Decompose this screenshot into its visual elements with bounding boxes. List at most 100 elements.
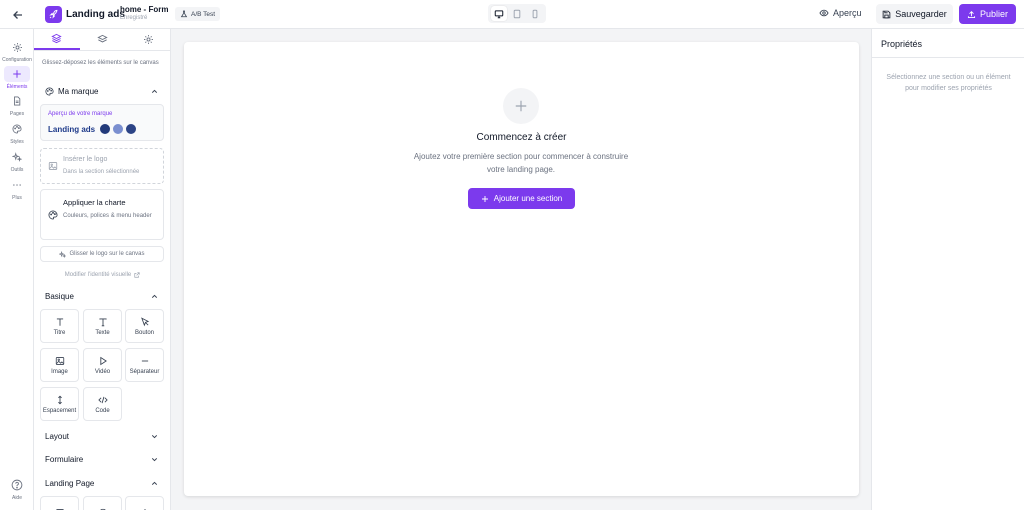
properties-title: Propriétés: [872, 29, 1024, 58]
section-title: Formulaire: [45, 454, 84, 464]
gear-icon: [4, 39, 30, 55]
chevron-up-icon: [150, 479, 159, 488]
desktop-icon[interactable]: [491, 6, 507, 21]
add-section-button[interactable]: Ajouter une section: [468, 188, 575, 209]
section-layout[interactable]: Layout: [45, 430, 159, 442]
floppy-icon: [882, 10, 891, 19]
chevron-up-icon: [150, 292, 159, 301]
rail-item-aide[interactable]: Aide: [0, 477, 34, 501]
sparkles-icon: [4, 149, 30, 165]
element-tile-texte[interactable]: Texte: [83, 309, 122, 343]
publish-button[interactable]: Publier: [959, 4, 1016, 24]
rail-label-configuration: Configuration: [2, 57, 32, 63]
apply-charte-sub: Couleurs, polices & menu header: [63, 213, 152, 219]
modify-identity-link[interactable]: Modifier l'identité visuelle: [34, 272, 170, 278]
rail-label-plus: Plus: [12, 195, 22, 201]
layers-icon: [51, 33, 63, 44]
ab-test-button[interactable]: A/B Test: [175, 7, 221, 21]
panel-hint: Glissez-déposez les éléments sur le canv…: [42, 60, 159, 66]
modify-identity-label: Modifier l'identité visuelle: [64, 272, 132, 278]
device-toggle: [488, 4, 546, 23]
section-ma-marque[interactable]: Ma marque: [45, 85, 159, 97]
preview-button[interactable]: Aperçu: [819, 8, 862, 18]
section-landing-page[interactable]: Landing Page: [45, 477, 159, 489]
element-tile-code[interactable]: Code: [83, 387, 122, 421]
tab-layers[interactable]: [80, 29, 126, 50]
section-formulaire[interactable]: Formulaire: [45, 453, 159, 465]
empty-state-title: Commencez à créer: [476, 132, 567, 143]
element-tile-separateur[interactable]: Séparateur: [125, 348, 164, 382]
element-tile-titre[interactable]: Titre: [40, 309, 79, 343]
save-status: Enregistré: [120, 15, 148, 21]
insert-logo-card[interactable]: Insérer le logo Dans la section sélectio…: [40, 148, 164, 184]
page-name[interactable]: home - Form: [120, 5, 168, 14]
heading-icon: [55, 317, 65, 327]
tile-label: Vidéo: [94, 368, 111, 375]
brand-color-swatch: [113, 124, 123, 134]
drag-logo-button[interactable]: Glisser le logo sur le canvas: [40, 246, 164, 262]
palette-icon: [45, 86, 54, 96]
brand-name: Landing ads: [48, 125, 96, 134]
preview-label: Aperçu: [833, 8, 862, 18]
tablet-icon[interactable]: [509, 6, 525, 21]
tab-layers-add[interactable]: [34, 29, 80, 50]
top-bar: Landing ads home - Form Enregistré A/B T…: [0, 0, 1024, 29]
section-title: Landing Page: [45, 478, 95, 488]
empty-state-description: Ajoutez votre première section pour comm…: [413, 152, 629, 174]
elements-panel: Glissez-déposez les éléments sur le canv…: [34, 29, 171, 510]
section-title: Ma marque: [58, 86, 99, 96]
tile-label: Code: [95, 407, 110, 414]
chevron-up-icon: [150, 87, 159, 96]
back-arrow-icon[interactable]: [10, 7, 26, 23]
add-section-label: Ajouter une section: [493, 194, 563, 203]
element-tile-image[interactable]: Image: [40, 348, 79, 382]
tile-label: Titre: [53, 329, 66, 336]
element-tile-landing[interactable]: [125, 496, 164, 510]
rail-item-configuration[interactable]: Configuration: [0, 39, 34, 63]
more-icon: [4, 177, 30, 193]
app-title: Landing ads: [66, 9, 125, 20]
brand-preview-label: Aperçu de votre marque: [48, 111, 113, 117]
element-tile-video[interactable]: Vidéo: [83, 348, 122, 382]
properties-panel: Propriétés Sélectionnez une section ou u…: [871, 29, 1024, 510]
palette-icon: [48, 210, 58, 220]
element-tile-landing[interactable]: [83, 496, 122, 510]
page-canvas[interactable]: Commencez à créer Ajoutez votre première…: [184, 42, 859, 496]
code-icon: [97, 395, 108, 405]
upload-icon: [967, 10, 976, 19]
element-tile-bouton[interactable]: Bouton: [125, 309, 164, 343]
brand-color-swatch: [100, 124, 110, 134]
flask-icon: [180, 10, 188, 18]
ab-test-label: A/B Test: [191, 10, 216, 18]
save-button[interactable]: Sauvegarder: [876, 4, 953, 24]
icon-rail: Configuration Éléments Pages Styles Outi…: [0, 29, 34, 510]
panel-tabs: [34, 29, 170, 51]
sparkles-icon: [59, 250, 67, 258]
cursor-icon: [140, 316, 150, 327]
rail-item-elements[interactable]: Éléments: [0, 66, 34, 90]
tile-label: Image: [51, 368, 68, 375]
rail-item-styles[interactable]: Styles: [0, 121, 34, 145]
mobile-icon[interactable]: [527, 6, 543, 21]
plus-icon: [481, 195, 489, 203]
rail-item-outils[interactable]: Outils: [0, 149, 34, 173]
section-basique[interactable]: Basique: [45, 290, 159, 302]
palette-icon: [4, 121, 30, 137]
tab-settings[interactable]: [125, 29, 170, 50]
drag-logo-label: Glisser le logo sur le canvas: [69, 251, 145, 257]
tile-label: Texte: [95, 329, 110, 336]
plus-icon[interactable]: [503, 88, 539, 124]
play-icon: [98, 356, 108, 366]
tile-label: Bouton: [134, 329, 155, 336]
minus-icon: [140, 356, 150, 366]
gear-icon: [143, 34, 154, 45]
rail-item-plus[interactable]: Plus: [0, 177, 34, 201]
brand-color-swatch: [126, 124, 136, 134]
external-link-icon: [134, 272, 140, 278]
rail-item-pages[interactable]: Pages: [0, 93, 34, 117]
element-tile-espacement[interactable]: Espacement: [40, 387, 79, 421]
apply-charte-card[interactable]: Appliquer la charte Couleurs, polices & …: [40, 189, 164, 240]
element-tile-landing[interactable]: [40, 496, 79, 510]
brand-preview-card: Aperçu de votre marque Landing ads: [40, 104, 164, 141]
rail-label-pages: Pages: [9, 111, 25, 117]
